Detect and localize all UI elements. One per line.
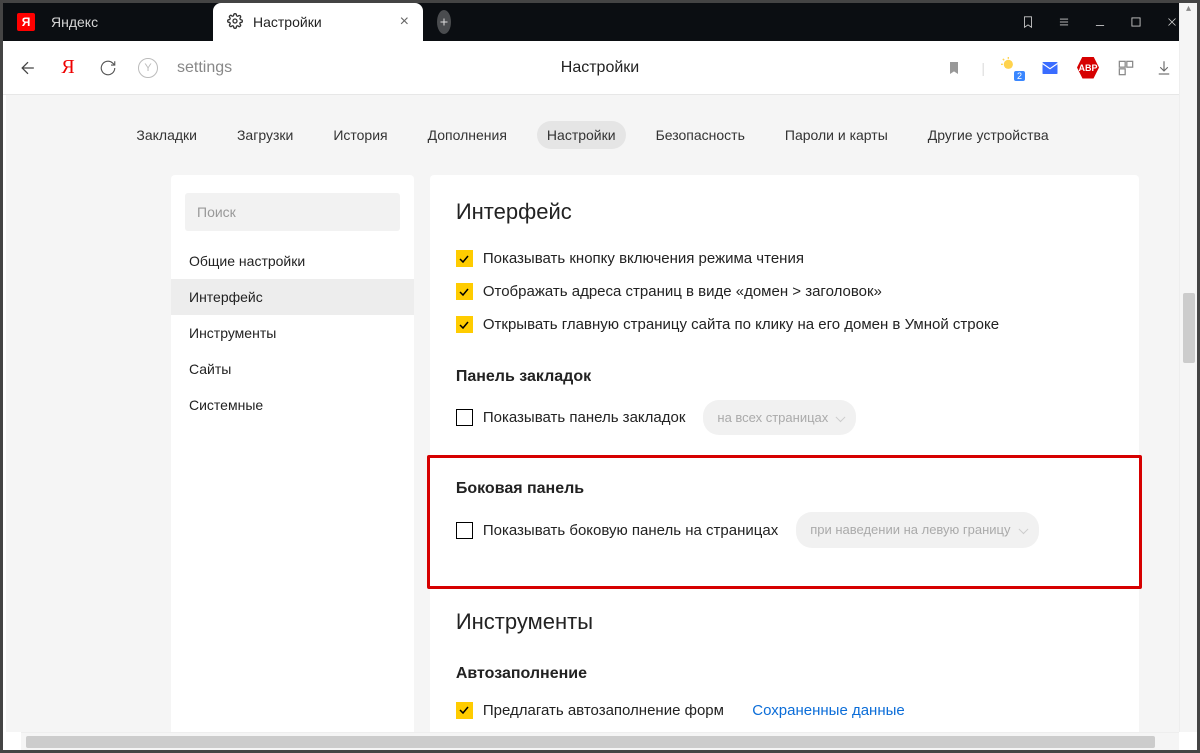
yandex-logo-icon: Я (17, 13, 35, 31)
link-saved-data[interactable]: Сохраненные данные (752, 697, 904, 724)
topnav-settings[interactable]: Настройки (537, 121, 626, 149)
downloads-icon[interactable] (1153, 57, 1175, 79)
sidebar-item-general[interactable]: Общие настройки (171, 243, 414, 279)
site-icon[interactable]: Y (137, 57, 159, 79)
sidebar-item-interface[interactable]: Интерфейс (171, 279, 414, 315)
option-label: Открывать главную страницу сайта по клик… (483, 311, 999, 338)
sidebar-item-tools[interactable]: Инструменты (171, 315, 414, 351)
vertical-scrollbar[interactable]: ▴ (1179, 3, 1197, 732)
maximize-icon[interactable] (1129, 15, 1143, 29)
titlebar: Я Яндекс Настройки × (3, 3, 1197, 41)
window-controls (1003, 3, 1197, 41)
option-label: Отображать адреса страниц в виде «домен … (483, 278, 882, 305)
option-label: Показывать кнопку включения режима чтени… (483, 245, 804, 272)
checkbox-show-sidepanel[interactable] (456, 522, 473, 539)
subsection-sidepanel-heading: Боковая панель (456, 480, 1113, 498)
tab-close-icon[interactable]: × (400, 13, 409, 31)
topnav-downloads[interactable]: Загрузки (227, 121, 303, 149)
topnav-other-devices[interactable]: Другие устройства (918, 121, 1059, 149)
section-tools-heading: Инструменты (456, 609, 1113, 635)
reload-button[interactable] (97, 57, 119, 79)
settings-search-input[interactable]: Поиск (185, 193, 400, 231)
checkbox-reader-button[interactable] (456, 250, 473, 267)
option-label: Предлагать автозаполнение форм (483, 697, 724, 724)
plus-icon (437, 10, 451, 34)
weather-icon[interactable]: 2 (1001, 57, 1023, 79)
address-bar: Я Y settings Настройки | 2 ABP (3, 41, 1197, 95)
horizontal-scrollbar[interactable] (21, 732, 1179, 750)
topnav-security[interactable]: Безопасность (646, 121, 755, 149)
gear-icon (227, 13, 243, 32)
scroll-thumb[interactable] (1183, 293, 1195, 363)
sidebar-item-system[interactable]: Системные (171, 387, 414, 423)
search-placeholder: Поиск (197, 204, 236, 220)
topnav-bookmarks[interactable]: Закладки (126, 121, 207, 149)
tab-label: Яндекс (51, 14, 98, 30)
scroll-up-arrow[interactable]: ▴ (1180, 3, 1197, 21)
tab-yandex[interactable]: Я Яндекс (3, 3, 213, 41)
settings-top-nav: Закладки Загрузки История Дополнения Нас… (6, 95, 1179, 175)
select-sidepanel-mode[interactable]: при наведении на левую границу (796, 512, 1038, 547)
minimize-icon[interactable] (1093, 15, 1107, 29)
checkbox-smart-line[interactable] (456, 316, 473, 333)
topnav-addons[interactable]: Дополнения (418, 121, 517, 149)
checkbox-show-bookmarks-bar[interactable] (456, 409, 473, 426)
checkbox-autofill-forms[interactable] (456, 702, 473, 719)
option-label: Показывать панель закладок (483, 404, 686, 431)
settings-sidebar: Поиск Общие настройки Интерфейс Инструме… (171, 175, 414, 732)
sidebar-item-sites[interactable]: Сайты (171, 351, 414, 387)
subsection-autofill-heading: Автозаполнение (456, 665, 1113, 683)
abp-icon[interactable]: ABP (1077, 57, 1099, 79)
url-text[interactable]: settings (177, 59, 232, 77)
menu-icon[interactable] (1057, 15, 1071, 29)
checkbox-domain-title[interactable] (456, 283, 473, 300)
highlight-sidepanel-section: Боковая панель Показывать боковую панель… (427, 455, 1142, 588)
bookmark-icon[interactable] (943, 57, 965, 79)
scroll-thumb[interactable] (26, 736, 1155, 748)
page-title: Настройки (561, 59, 639, 77)
tab-label: Настройки (253, 14, 322, 30)
weather-badge: 2 (1014, 71, 1025, 81)
topnav-history[interactable]: История (323, 121, 397, 149)
extensions-icon[interactable] (1115, 57, 1137, 79)
section-interface-heading: Интерфейс (456, 199, 1113, 225)
subsection-bookmarks-heading: Панель закладок (456, 368, 1113, 386)
settings-main-panel: Интерфейс Показывать кнопку включения ре… (430, 175, 1139, 732)
new-tab-button[interactable] (423, 3, 465, 41)
yandex-home-icon[interactable]: Я (57, 57, 79, 79)
mail-icon[interactable] (1039, 57, 1061, 79)
select-bookmarks-scope[interactable]: на всех страницах (703, 400, 856, 435)
bookmark-collection-icon[interactable] (1021, 15, 1035, 29)
close-icon[interactable] (1165, 15, 1179, 29)
topnav-passwords[interactable]: Пароли и карты (775, 121, 898, 149)
back-button[interactable] (17, 57, 39, 79)
tab-settings[interactable]: Настройки × (213, 3, 423, 41)
option-label: Показывать боковую панель на страницах (483, 517, 778, 544)
